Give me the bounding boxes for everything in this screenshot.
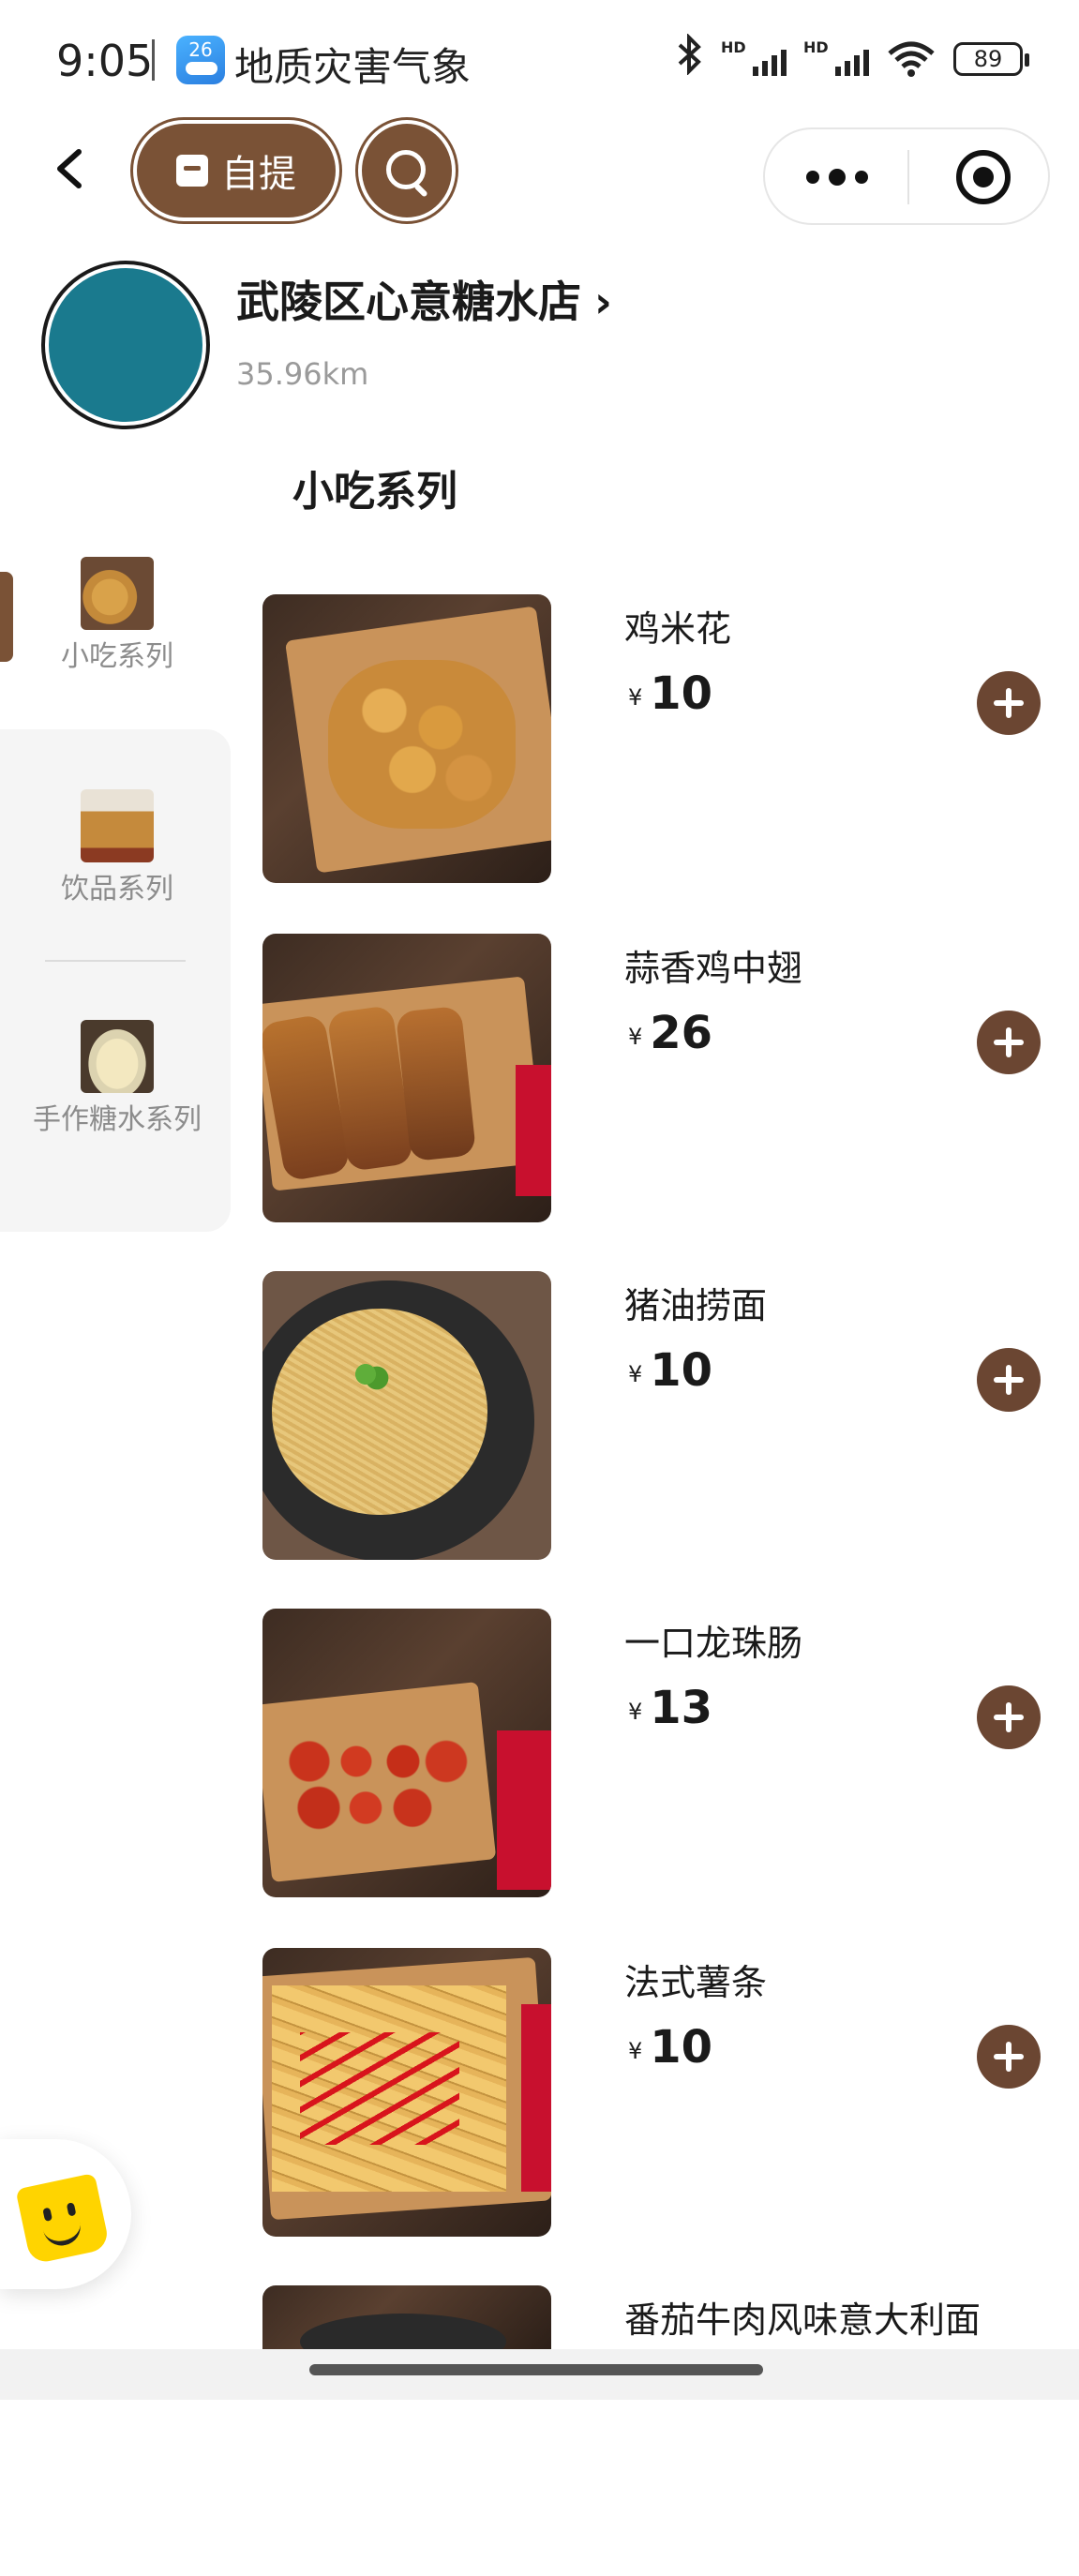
product-item[interactable]: 猪油捞面 ¥10 (262, 1271, 1079, 1562)
price-value: 13 (650, 1682, 713, 1734)
pickup-label: 自提 (221, 153, 296, 196)
store-name-link[interactable]: 武陵区心意糖水店 › (236, 268, 612, 330)
add-to-cart-button[interactable] (977, 671, 1041, 735)
signal-icon-1: HD (721, 38, 787, 80)
sidebar-item-handmade-dessert[interactable]: 手作糖水系列 (0, 1020, 232, 1207)
product-price: ¥10 (628, 667, 712, 720)
product-item[interactable]: 法式薯条 ¥10 (262, 1948, 1079, 2239)
status-separator (152, 39, 155, 81)
product-price: ¥26 (628, 1007, 712, 1059)
category-label: 饮品系列 (61, 873, 173, 906)
product-image (262, 934, 551, 1222)
product-image (262, 2285, 551, 2351)
signal-icon-2: HD (803, 38, 869, 80)
sidebar-divider (45, 960, 186, 962)
currency-symbol: ¥ (628, 1024, 643, 1050)
weather-app-icon: 26 (176, 36, 225, 84)
search-icon-handle (413, 183, 428, 198)
section-title: 小吃系列 (292, 468, 457, 516)
more-icon[interactable] (806, 169, 868, 186)
currency-symbol: ¥ (628, 1699, 643, 1725)
sidebar-item-snacks[interactable]: 小吃系列 (0, 557, 232, 697)
product-image (262, 1271, 551, 1560)
product-name: 法式薯条 (624, 1962, 768, 2003)
mascot-icon (15, 2172, 111, 2266)
product-item[interactable]: 一口龙珠肠 ¥13 (262, 1609, 1079, 1899)
price-value: 10 (650, 1344, 713, 1397)
add-to-cart-button[interactable] (977, 1011, 1041, 1074)
chevron-right-icon: › (594, 277, 612, 327)
bluetooth-icon (676, 33, 704, 84)
status-indicators: HD HD 89 (676, 33, 1029, 84)
back-button[interactable] (49, 141, 90, 201)
weather-app-badge: 26 (188, 38, 213, 61)
category-thumbnail (81, 789, 154, 862)
notification-text: 地质灾害气象 (234, 44, 472, 90)
category-label: 小吃系列 (61, 640, 173, 673)
pickup-button[interactable]: 自提 (137, 124, 336, 217)
product-name: 猪油捞面 (624, 1285, 768, 1326)
home-indicator[interactable] (309, 2364, 763, 2375)
category-thumbnail (81, 1020, 154, 1093)
product-name: 一口龙珠肠 (624, 1623, 803, 1664)
currency-symbol: ¥ (628, 1361, 643, 1387)
product-image (262, 594, 551, 883)
product-item[interactable]: 鸡米花 ¥10 (262, 594, 1079, 885)
category-thumbnail (81, 557, 154, 630)
mini-program-capsule (763, 127, 1050, 225)
product-name: 鸡米花 (624, 608, 732, 650)
battery-icon: 89 (953, 42, 1029, 76)
product-name: 番茄牛肉风味意大利面 (624, 2299, 982, 2341)
product-image (262, 1609, 551, 1897)
product-price: ¥10 (628, 2021, 712, 2074)
wifi-icon (886, 40, 937, 78)
search-button[interactable] (362, 124, 452, 217)
store-name: 武陵区心意糖水店 (236, 277, 581, 327)
add-to-cart-button[interactable] (977, 1685, 1041, 1749)
price-value: 26 (650, 1007, 713, 1059)
product-item[interactable]: 蒜香鸡中翅 ¥26 (262, 934, 1079, 1224)
status-bar: 9:05 26 地质灾害气象 HD HD 89 (0, 0, 1079, 122)
currency-symbol: ¥ (628, 684, 643, 711)
close-icon[interactable] (956, 150, 1011, 204)
cart-float-button[interactable] (0, 2139, 131, 2289)
store-avatar (49, 268, 202, 422)
product-name: 蒜香鸡中翅 (624, 948, 803, 989)
capsule-divider (907, 150, 909, 204)
add-to-cart-button[interactable] (977, 2025, 1041, 2089)
status-time: 9:05 (56, 36, 154, 86)
product-item[interactable]: 番茄牛肉风味意大利面 (262, 2285, 1079, 2576)
price-value: 10 (650, 667, 713, 720)
back-icon (57, 149, 82, 188)
category-label: 手作糖水系列 (33, 1103, 202, 1136)
store-distance: 35.96km (236, 356, 369, 392)
price-value: 10 (650, 2021, 713, 2074)
product-image (262, 1948, 551, 2237)
search-icon (386, 150, 426, 189)
add-to-cart-button[interactable] (977, 1348, 1041, 1412)
currency-symbol: ¥ (628, 2038, 643, 2064)
bag-icon (176, 155, 208, 187)
product-price: ¥13 (628, 1682, 712, 1734)
product-price: ¥10 (628, 1344, 712, 1397)
sidebar-item-drinks[interactable]: 饮品系列 (0, 789, 232, 930)
